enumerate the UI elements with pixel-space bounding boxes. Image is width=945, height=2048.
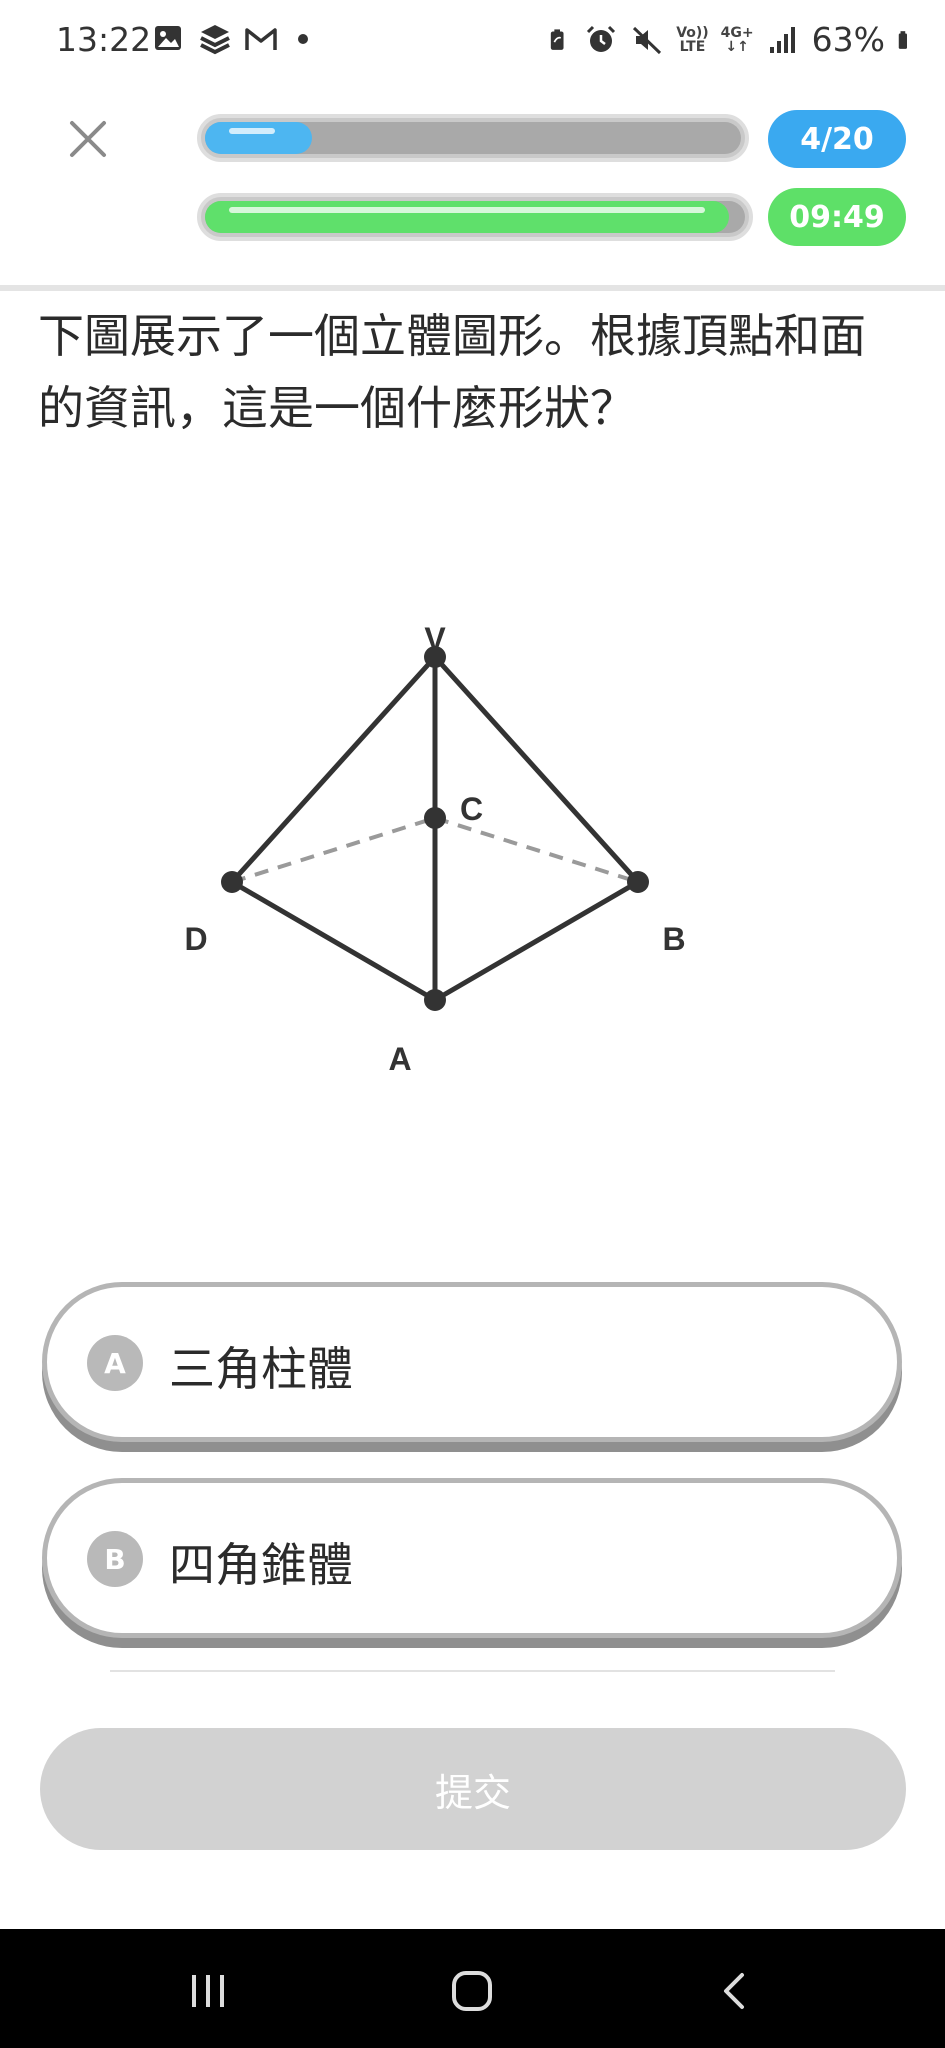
label-b: B (662, 921, 685, 957)
timer-badge: 09:49 (768, 188, 906, 246)
question-progress-bar (197, 114, 749, 162)
battery-percent: 63% (811, 20, 885, 59)
battery-icon (898, 30, 907, 49)
battery-saver-icon (551, 28, 564, 50)
option-b-button[interactable]: B 四角錐體 (42, 1478, 902, 1638)
volte-icon: Vo)) LTE (676, 24, 709, 55)
image-icon (155, 26, 181, 50)
option-a-label: 三角柱體 (169, 1342, 353, 1396)
status-system-icons: Vo)) LTE 4G+ ↓↑ 63% (548, 20, 917, 59)
vertex-c (424, 807, 446, 829)
back-icon[interactable] (712, 1967, 760, 2015)
gmail-icon (245, 28, 277, 50)
option-b-badge: B (87, 1531, 143, 1587)
signal-icon (769, 26, 795, 53)
label-v: V (424, 621, 446, 657)
question-text: 下圖展示了一個立體圖形。根據頂點和面的資訊，這是一個什麼形狀？ (38, 309, 866, 435)
edge-ab (433, 879, 640, 1003)
4g-icon: 4G+ ↓↑ (720, 24, 754, 55)
stack-icon (200, 25, 230, 55)
status-notification-icons (152, 22, 308, 56)
dot-icon (298, 34, 308, 44)
label-c: C (460, 791, 483, 827)
vertex-a (424, 989, 446, 1011)
header-divider (0, 285, 945, 291)
question-progress-fill (205, 122, 313, 154)
edge-da (230, 879, 437, 1003)
home-icon[interactable] (448, 1967, 496, 2015)
vertex-b (627, 871, 649, 893)
recents-icon[interactable] (184, 1967, 232, 2015)
label-d: D (184, 921, 207, 957)
option-a-badge: A (87, 1335, 143, 1391)
submit-button[interactable]: 提交 (40, 1728, 906, 1850)
label-a: A (388, 1041, 411, 1077)
status-time: 13:22 (56, 20, 152, 59)
alarm-icon (587, 25, 616, 52)
close-icon[interactable] (64, 115, 112, 163)
options-divider (110, 1670, 835, 1672)
option-a-button[interactable]: A 三角柱體 (42, 1282, 902, 1442)
mute-icon (633, 26, 662, 54)
vertex-d (221, 871, 243, 893)
option-b-label: 四角錐體 (169, 1538, 353, 1592)
question-counter-badge: 4/20 (768, 110, 906, 168)
system-nav-bar (0, 1929, 945, 2048)
status-bar: 13:22 Vo)) LTE 4G+ ↓↑ 63% (0, 0, 945, 88)
timer-progress-fill (205, 201, 729, 233)
timer-progress-bar (197, 193, 753, 241)
pyramid-figure: V C D B A (184, 621, 685, 1077)
